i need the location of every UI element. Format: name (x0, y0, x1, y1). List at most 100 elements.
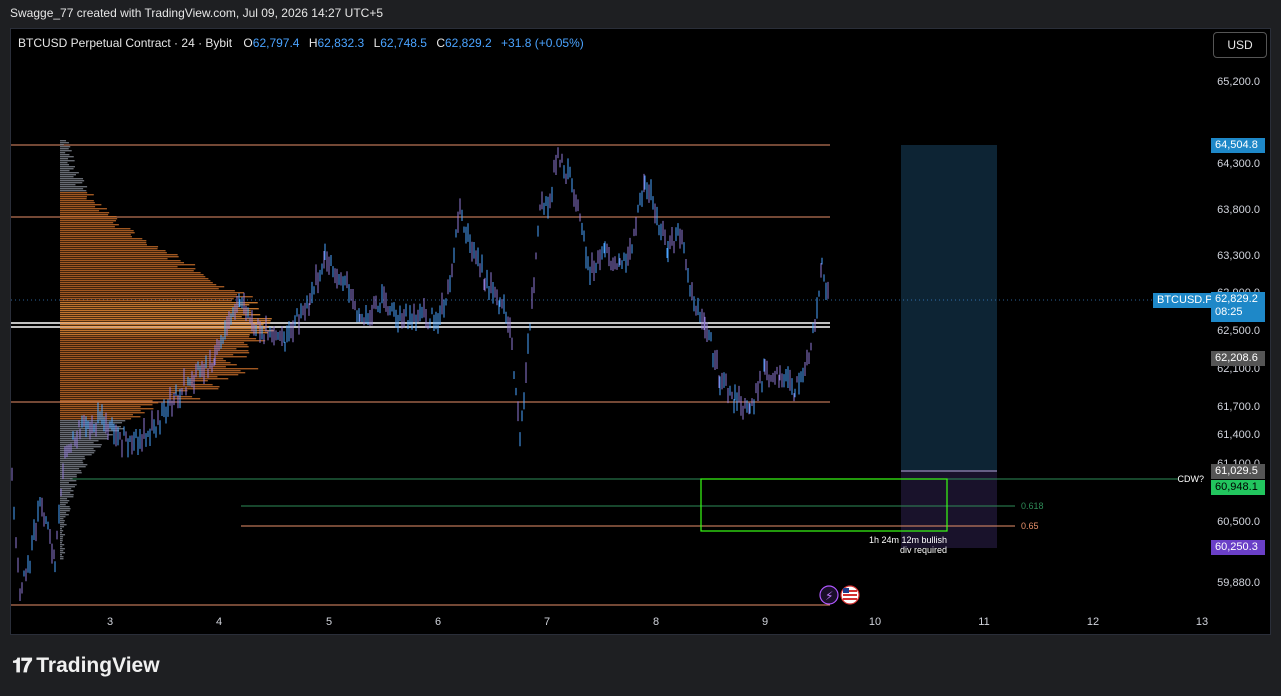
volume-bar (60, 506, 70, 508)
volume-bar (60, 158, 69, 160)
volume-bar (60, 192, 88, 194)
volume-bar (60, 154, 70, 156)
volume-bar (60, 404, 153, 406)
volume-bar (60, 300, 232, 302)
volume-bar (60, 242, 147, 244)
flag-stripe-2 (843, 594, 857, 596)
volume-bar (60, 210, 100, 212)
volume-bar (60, 400, 153, 402)
volume-bar (60, 222, 114, 224)
price-chart[interactable]: 65,200.064,800.064,300.063,800.063,300.0… (0, 0, 1281, 696)
volume-bar (60, 324, 264, 326)
volume-bar (60, 494, 74, 496)
volume-bar (60, 306, 240, 308)
volume-bar (60, 260, 181, 262)
volume-bar (60, 266, 178, 268)
volume-bar (60, 522, 65, 524)
volume-bar (60, 352, 250, 354)
volume-bar (60, 418, 132, 420)
volume-bar (60, 216, 117, 218)
volume-bar (60, 484, 77, 486)
volume-bar (60, 268, 196, 270)
volume-bar (60, 372, 246, 374)
volume-bar (60, 258, 168, 260)
volume-bar (60, 270, 194, 272)
volume-bar (60, 302, 258, 304)
volume-bar (60, 284, 217, 286)
volume-bar (60, 496, 74, 498)
volume-bar (60, 510, 70, 512)
position-profit-zone[interactable] (901, 145, 997, 472)
tradingview-wordmark: TradingView (36, 654, 160, 677)
cdw-level-badge: 61,029.5 (1211, 464, 1265, 479)
volume-bar (60, 274, 204, 276)
volume-bar (60, 440, 99, 442)
volume-bar (60, 346, 249, 348)
volume-bar (60, 312, 252, 314)
ticker-badge[interactable]: BTCUSD.P (1153, 293, 1217, 308)
volume-bar (60, 326, 269, 328)
time-axis[interactable]: 3 4 5 6 7 8 9 10 11 12 13 (107, 616, 1208, 628)
volume-bar (60, 382, 193, 384)
volume-bar (60, 362, 231, 364)
volume-bar (60, 144, 64, 146)
volume-bar (60, 478, 73, 480)
volume-bar (60, 298, 234, 300)
volume-bar (60, 488, 72, 490)
volume-bar (60, 212, 110, 214)
time-tick-label: 11 (978, 616, 989, 628)
volume-bar (60, 482, 69, 484)
time-tick-label: 5 (326, 616, 332, 628)
volume-bar (60, 218, 118, 220)
price-tick-label: 64,300.0 (1217, 158, 1260, 170)
cdw-label[interactable]: CDW? (1170, 474, 1205, 484)
tradingview-logo[interactable]: 𝟏𝟕 TradingView (12, 654, 160, 678)
volume-bar (60, 500, 70, 502)
volume-bar (60, 318, 272, 320)
volume-bar (60, 308, 259, 310)
volume-bar (60, 548, 65, 550)
volume-bar (60, 554, 62, 556)
volume-bar (60, 288, 219, 290)
volume-bar (60, 226, 115, 228)
green-level-badge: 60,948.1 (1211, 480, 1265, 495)
volume-bar (60, 512, 67, 514)
volume-bar (60, 152, 66, 154)
volume-bar (60, 504, 66, 506)
volume-bar (60, 338, 257, 340)
volume-bar (60, 162, 68, 164)
volume-bar (60, 492, 71, 494)
time-tick-label: 10 (869, 616, 881, 628)
volume-bar (60, 206, 96, 208)
time-tick-label: 4 (216, 616, 222, 628)
volume-bar (60, 290, 235, 292)
volume-bar (60, 520, 65, 522)
time-tick-label: 7 (544, 616, 550, 628)
volume-bar (60, 174, 76, 176)
divergence-note-line2: div required (899, 545, 947, 555)
volume-bar (60, 180, 85, 182)
divergence-note[interactable]: 1h 24m 12m bullish div required (830, 535, 947, 555)
volume-bar (60, 286, 225, 288)
volume-bar (60, 214, 109, 216)
volume-bar (60, 172, 79, 174)
volume-bar (60, 544, 65, 546)
volume-bar (60, 516, 66, 518)
volume-bar (60, 254, 178, 256)
volume-bar (60, 524, 67, 526)
volume-bar (60, 140, 67, 142)
fib-65-label: 0.65 (1021, 521, 1039, 531)
volume-bar (60, 208, 107, 210)
gray-level-badge: 62,208.6 (1211, 351, 1265, 366)
volume-bar (60, 518, 64, 520)
volume-bar (60, 280, 211, 282)
volume-bar (60, 166, 76, 168)
volume-bar (60, 276, 206, 278)
volume-bar (60, 194, 94, 196)
volume-bar (60, 546, 63, 548)
volume-bar (60, 436, 109, 438)
volume-bar (60, 390, 188, 392)
volume-bar (60, 228, 131, 230)
volume-bar (60, 392, 177, 394)
volume-bar (60, 438, 108, 440)
